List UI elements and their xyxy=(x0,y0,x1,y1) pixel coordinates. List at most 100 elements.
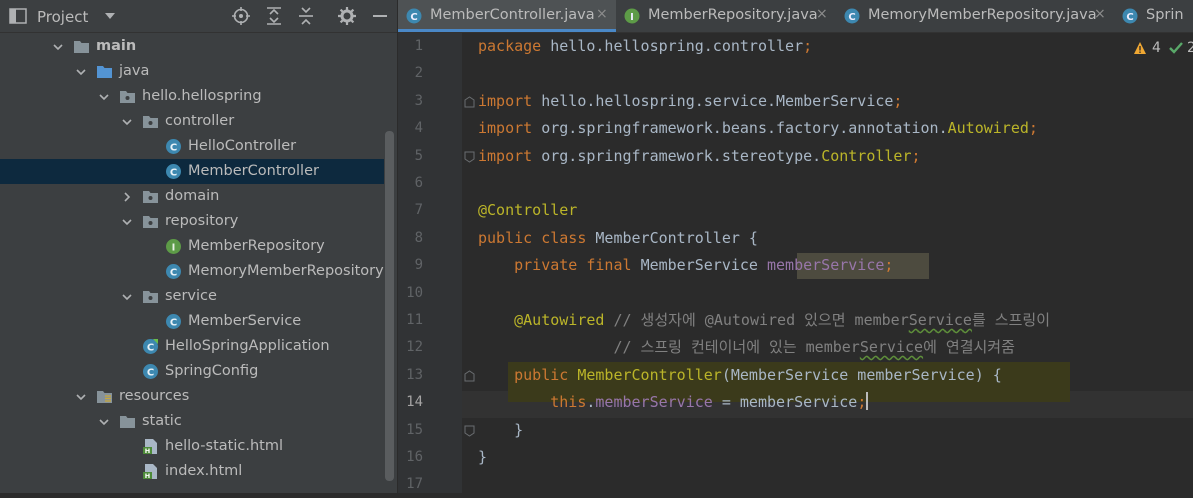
editor-tab[interactable]: C Sprin xyxy=(1114,0,1193,32)
tree-item-label: service xyxy=(165,288,217,304)
line-number: 13 xyxy=(406,367,423,383)
spring-class-icon: C xyxy=(142,338,159,355)
tree-item[interactable]: C MemberController xyxy=(0,159,384,184)
chevron-down-icon[interactable] xyxy=(75,66,87,78)
tree-item[interactable]: service xyxy=(0,284,384,309)
tree-item[interactable]: C HelloSpringApplication xyxy=(0,334,384,359)
code-token: import xyxy=(478,147,542,165)
code-token: private final xyxy=(514,256,641,274)
tab-label: MemberRepository.java xyxy=(648,7,818,23)
locate-file-icon[interactable] xyxy=(231,6,251,26)
line-number: 4 xyxy=(414,120,423,136)
tree-item-label: HelloController xyxy=(188,138,297,154)
code-token: Controller xyxy=(821,147,912,165)
line-number: 16 xyxy=(406,449,423,465)
editor-tab[interactable]: C MemoryMemberRepository.java × xyxy=(836,0,1114,32)
collapse-all-icon[interactable] xyxy=(296,6,316,26)
close-icon[interactable]: × xyxy=(816,6,828,22)
hide-panel-icon[interactable] xyxy=(370,6,390,26)
class-icon: C xyxy=(165,313,182,330)
tree-item[interactable]: Hhello-static.html xyxy=(0,434,384,459)
class-icon: C xyxy=(406,8,422,24)
line-number: 5 xyxy=(414,148,423,164)
code-token: org.springframework.stereotype. xyxy=(541,147,822,165)
line-number: 15 xyxy=(406,422,423,438)
interface-icon: I xyxy=(624,8,640,24)
svg-text:I: I xyxy=(630,12,634,23)
resources-folder-icon xyxy=(96,388,113,405)
tree-item[interactable]: main xyxy=(0,34,384,59)
tree-item-label: controller xyxy=(165,113,235,129)
code-token: } xyxy=(478,421,524,439)
tree-scrollbar[interactable] xyxy=(385,131,394,481)
code-line: // 스프링 컨테이너에 있는 memberService에 연결시켜줌 xyxy=(478,334,1014,361)
tree-item[interactable]: java xyxy=(0,59,384,84)
chevron-down-icon[interactable] xyxy=(121,216,133,228)
line-number: 7 xyxy=(414,202,423,218)
fold-marker-icon[interactable] xyxy=(464,425,475,437)
tree-item-label: MemberService xyxy=(188,313,302,329)
fold-marker-icon[interactable] xyxy=(464,96,475,108)
svg-text:H: H xyxy=(145,447,150,455)
tree-item[interactable]: static xyxy=(0,409,384,434)
class-icon: C xyxy=(165,263,182,280)
line-number: 2 xyxy=(414,65,423,81)
chevron-down-icon[interactable] xyxy=(75,391,87,403)
code-token: // 생성자에 @Autowired 있으면 member xyxy=(613,311,909,329)
svg-text:C: C xyxy=(147,343,154,354)
editor-tab[interactable]: I MemberRepository.java × xyxy=(616,0,836,32)
tree-item[interactable]: repository xyxy=(0,209,384,234)
editor-tab[interactable]: C MemberController.java × xyxy=(398,0,616,32)
gear-icon[interactable] xyxy=(337,6,357,26)
tree-item[interactable]: domain xyxy=(0,184,384,209)
line-number: 10 xyxy=(406,285,423,301)
chevron-down-icon[interactable] xyxy=(100,6,120,26)
chevron-down-icon[interactable] xyxy=(52,41,64,53)
tab-label: Sprin xyxy=(1146,7,1184,23)
close-icon[interactable]: × xyxy=(1094,6,1106,22)
code-token: ; xyxy=(911,147,921,165)
expand-all-icon[interactable] xyxy=(264,6,284,26)
svg-text:C: C xyxy=(170,268,177,279)
tree-item[interactable]: I MemberRepository xyxy=(0,234,384,259)
chevron-down-icon[interactable] xyxy=(98,91,110,103)
code-token: Autowired xyxy=(947,119,1029,137)
chevron-down-icon[interactable] xyxy=(98,416,110,428)
class-icon: C xyxy=(844,8,860,24)
code-line: @Autowired // 생성자에 @Autowired 있으면 member… xyxy=(478,307,1050,334)
tree-item[interactable]: hello.hellospring xyxy=(0,84,384,109)
tree-item[interactable]: C SpringConfig xyxy=(0,359,384,384)
tree-item[interactable]: C HelloController xyxy=(0,134,384,159)
close-icon[interactable]: × xyxy=(596,6,608,22)
chevron-right-icon[interactable] xyxy=(121,191,133,203)
code-token: = memberService xyxy=(712,393,858,411)
tree-item[interactable]: Hindex.html xyxy=(0,459,384,484)
code-token: public xyxy=(514,366,578,384)
project-title[interactable]: Project xyxy=(37,8,88,26)
code-line: import org.springframework.beans.factory… xyxy=(478,115,1038,142)
warning-count: 4 xyxy=(1152,40,1161,56)
svg-text:C: C xyxy=(1126,12,1133,23)
tree-item-label: MemoryMemberRepository xyxy=(188,263,384,279)
fold-marker-icon[interactable] xyxy=(464,151,475,163)
tree-item[interactable]: C MemberService xyxy=(0,309,384,334)
svg-text:C: C xyxy=(170,318,177,329)
chevron-down-icon[interactable] xyxy=(121,116,133,128)
code-token: // 스프링 컨테이너에 있는 member xyxy=(613,338,860,356)
tree-item[interactable]: controller xyxy=(0,109,384,134)
tab-label: MemberController.java xyxy=(430,7,595,23)
fold-marker-icon[interactable] xyxy=(464,370,475,382)
svg-text:C: C xyxy=(410,12,417,23)
tree-item[interactable]: C MemoryMemberRepository xyxy=(0,259,384,284)
project-panel: Project main java hello.hellospring control… xyxy=(0,0,397,493)
code-line: private final MemberService memberServic… xyxy=(478,252,893,279)
class-icon: C xyxy=(165,163,182,180)
line-number: 1 xyxy=(414,38,423,54)
svg-text:I: I xyxy=(172,243,176,254)
html-file-icon: H xyxy=(142,463,159,480)
line-number: 8 xyxy=(414,230,423,246)
chevron-down-icon[interactable] xyxy=(121,291,133,303)
code-token: MemberController xyxy=(577,366,722,384)
tree-item[interactable]: resources xyxy=(0,384,384,409)
